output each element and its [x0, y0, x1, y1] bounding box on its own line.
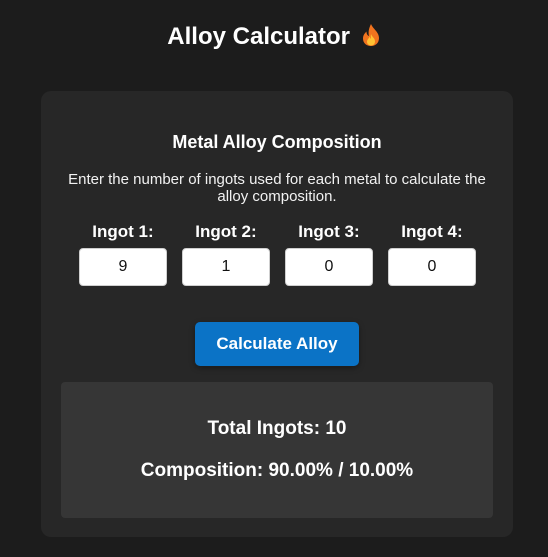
ingot-4-input[interactable] — [388, 248, 476, 286]
ingot-group-3: Ingot 3: — [284, 222, 374, 286]
composition-text: Composition: 90.00% / 10.00% — [140, 460, 414, 481]
ingot-1-label: Ingot 1: — [92, 222, 154, 241]
page-title-text: Alloy Calculator — [167, 23, 351, 50]
ingot-group-4: Ingot 4: — [387, 222, 477, 286]
ingot-2-input[interactable] — [182, 248, 270, 286]
page-title: Alloy Calculator — [0, 22, 548, 52]
ingot-1-input[interactable] — [79, 248, 167, 286]
fire-icon — [361, 23, 381, 47]
card-description: Enter the number of ingots used for each… — [68, 171, 486, 205]
ingot-group-2: Ingot 2: — [181, 222, 271, 286]
ingot-3-label: Ingot 3: — [298, 222, 360, 241]
alloy-card: Metal Alloy Composition Enter the number… — [41, 91, 513, 537]
ingot-3-input[interactable] — [285, 248, 373, 286]
ingot-4-label: Ingot 4: — [401, 222, 463, 241]
ingot-group-1: Ingot 1: — [78, 222, 168, 286]
calculate-alloy-button[interactable]: Calculate Alloy — [195, 322, 359, 366]
card-title: Metal Alloy Composition — [172, 132, 382, 152]
result-panel: Total Ingots: 10 Composition: 90.00% / 1… — [61, 382, 493, 518]
total-ingots-text: Total Ingots: 10 — [207, 418, 347, 439]
ingot-inputs-row: Ingot 1: Ingot 2: Ingot 3: Ingot 4: — [78, 222, 478, 292]
ingot-2-label: Ingot 2: — [195, 222, 257, 241]
